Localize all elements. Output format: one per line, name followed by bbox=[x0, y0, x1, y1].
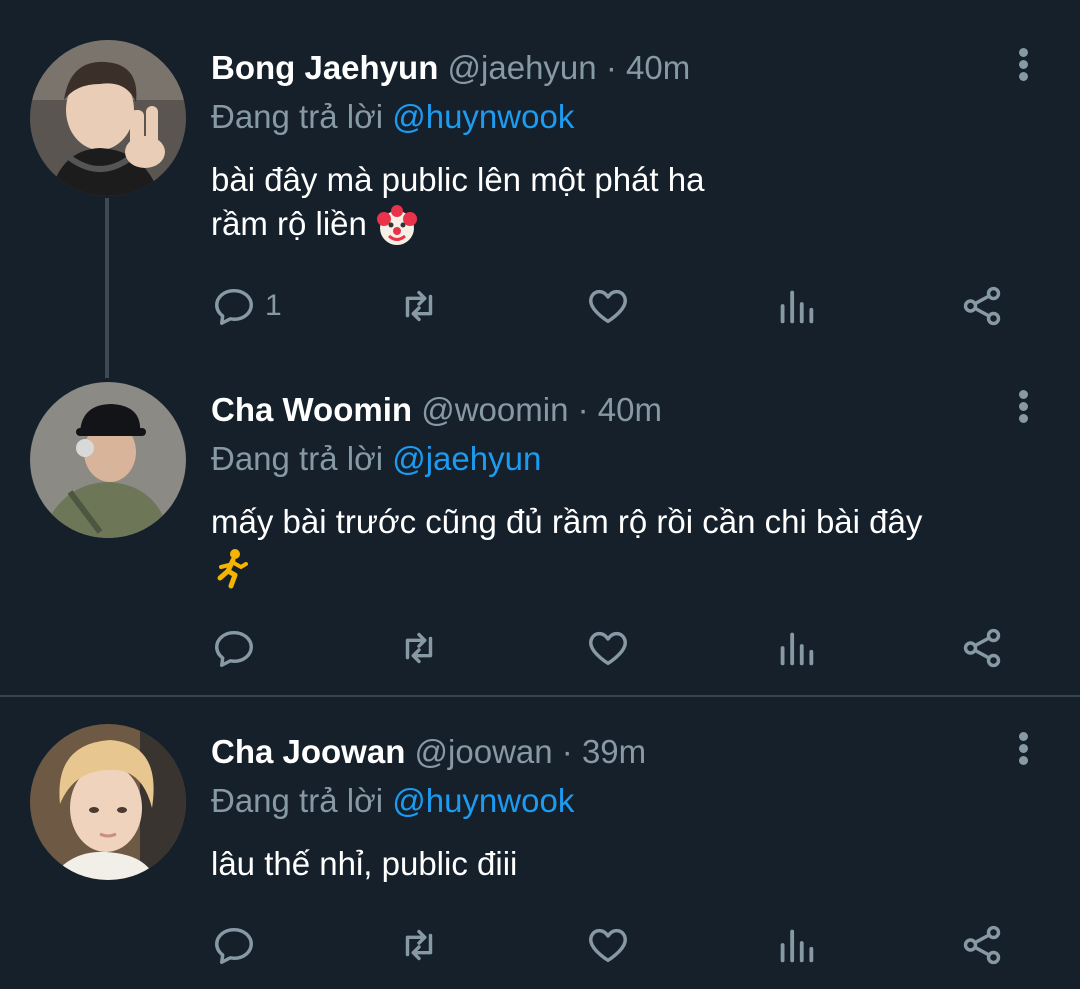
retweet-button[interactable] bbox=[396, 920, 442, 970]
user-handle[interactable]: @joowan bbox=[415, 733, 553, 770]
tweet-text-line: bài đây mà public lên một phát ha bbox=[211, 161, 705, 198]
reply-count: 1 bbox=[265, 289, 282, 322]
tweet-text-line: lâu thế nhỉ, public điii bbox=[211, 845, 518, 882]
retweet-icon bbox=[405, 290, 433, 322]
heart-icon bbox=[589, 928, 627, 963]
retweet-button[interactable] bbox=[396, 623, 442, 673]
reply-button[interactable]: 1 bbox=[211, 281, 282, 331]
avatar-woomin[interactable] bbox=[30, 382, 186, 538]
replying-to: Đang trả lời @jaehyun bbox=[211, 439, 541, 479]
share-icon bbox=[963, 925, 1001, 965]
share-button[interactable] bbox=[959, 623, 1005, 673]
tweet-divider bbox=[0, 695, 1080, 697]
replying-label: Đang trả lời bbox=[211, 782, 384, 819]
display-name[interactable]: Bong Jaehyun bbox=[211, 49, 438, 86]
more-options-icon[interactable] bbox=[1016, 45, 1030, 85]
timestamp[interactable]: 40m bbox=[626, 49, 690, 86]
heart-icon bbox=[589, 631, 627, 666]
analytics-button[interactable] bbox=[773, 920, 819, 970]
reply-feed: Bong Jaehyun @jaehyun · 40m Đang trả lời… bbox=[0, 0, 1080, 989]
user-handle[interactable]: @jaehyun bbox=[448, 49, 597, 86]
analytics-button[interactable] bbox=[773, 623, 819, 673]
mention-link[interactable]: @jaehyun bbox=[392, 440, 541, 477]
retweet-icon bbox=[405, 929, 433, 961]
like-button[interactable] bbox=[585, 623, 631, 673]
replying-to: Đang trả lời @huynwook bbox=[211, 97, 574, 137]
tweet-actions bbox=[211, 920, 1011, 970]
share-icon bbox=[963, 286, 1001, 326]
reply-icon bbox=[215, 927, 253, 964]
person-running-icon bbox=[211, 547, 253, 589]
share-button[interactable] bbox=[959, 281, 1005, 331]
mention-link[interactable]: @huynwook bbox=[392, 782, 574, 819]
more-options-icon[interactable] bbox=[1016, 387, 1030, 427]
tweet-actions: 1 bbox=[211, 281, 1011, 331]
share-icon bbox=[963, 628, 1001, 668]
retweet-button[interactable] bbox=[396, 281, 442, 331]
retweet-icon bbox=[405, 632, 433, 664]
reply-icon bbox=[215, 288, 253, 325]
heart-icon bbox=[589, 289, 627, 324]
user-handle[interactable]: @woomin bbox=[421, 391, 568, 428]
replying-label: Đang trả lời bbox=[211, 98, 384, 135]
tweet-text: bài đây mà public lên một phát ha rầm rộ… bbox=[211, 158, 1051, 247]
separator-dot: · bbox=[605, 49, 617, 86]
analytics-button[interactable] bbox=[773, 281, 819, 331]
like-button[interactable] bbox=[585, 920, 631, 970]
separator-dot: · bbox=[577, 391, 589, 428]
replying-to: Đang trả lời @huynwook bbox=[211, 781, 574, 821]
separator-dot: · bbox=[561, 733, 573, 770]
tweet-text-line: rầm rộ liền bbox=[211, 205, 367, 242]
avatar-joowan[interactable] bbox=[30, 724, 186, 880]
tweet-text-line: mấy bài trước cũng đủ rầm rộ rồi cần chi… bbox=[211, 503, 923, 540]
reply-button[interactable] bbox=[211, 920, 265, 970]
reply-button[interactable] bbox=[211, 623, 265, 673]
more-options-icon[interactable] bbox=[1016, 729, 1030, 769]
timestamp[interactable]: 40m bbox=[598, 391, 662, 428]
analytics-icon bbox=[780, 929, 814, 963]
tweet-header: Cha Joowan @joowan · 39m bbox=[211, 732, 646, 772]
replying-label: Đang trả lời bbox=[211, 440, 384, 477]
thread-connector-line bbox=[105, 198, 109, 378]
tweet-text: mấy bài trước cũng đủ rầm rộ rồi cần chi… bbox=[211, 500, 1051, 589]
display-name[interactable]: Cha Joowan bbox=[211, 733, 405, 770]
avatar-jaehyun[interactable] bbox=[30, 40, 186, 196]
mention-link[interactable]: @huynwook bbox=[392, 98, 574, 135]
tweet-actions bbox=[211, 623, 1011, 673]
analytics-icon bbox=[780, 290, 814, 324]
tweet-header: Cha Woomin @woomin · 40m bbox=[211, 390, 662, 430]
display-name[interactable]: Cha Woomin bbox=[211, 391, 412, 428]
tweet-header: Bong Jaehyun @jaehyun · 40m bbox=[211, 48, 690, 88]
timestamp[interactable]: 39m bbox=[582, 733, 646, 770]
analytics-icon bbox=[780, 632, 814, 666]
tweet-text: lâu thế nhỉ, public điii bbox=[211, 842, 1051, 886]
reply-icon bbox=[215, 630, 253, 667]
clown-face-icon bbox=[376, 205, 418, 247]
share-button[interactable] bbox=[959, 920, 1005, 970]
like-button[interactable] bbox=[585, 281, 631, 331]
